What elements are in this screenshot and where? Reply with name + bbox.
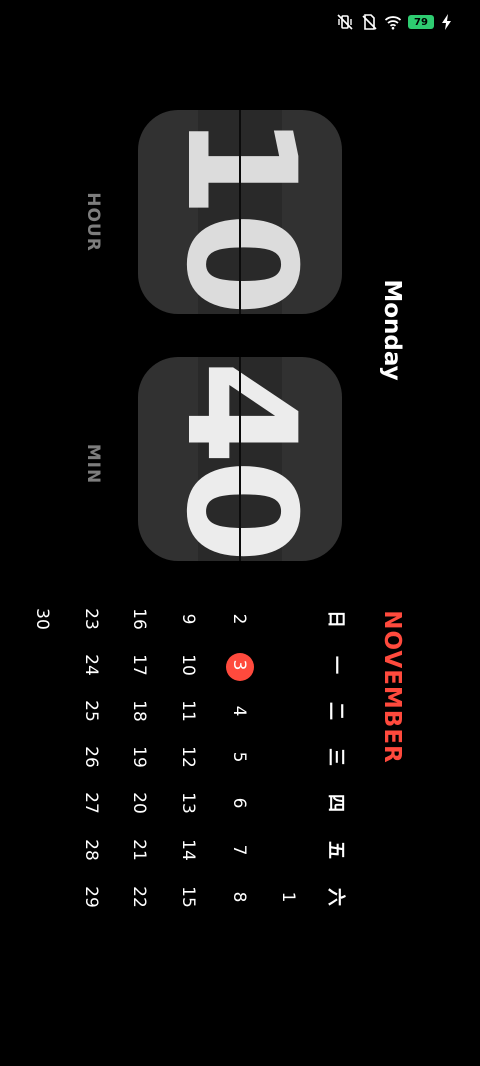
calendar-day[interactable]: 19: [129, 746, 149, 768]
calendar-day[interactable]: 9: [178, 614, 198, 625]
calendar-day[interactable]: 29: [81, 886, 101, 908]
calendar-weekday-header: 日: [325, 610, 346, 628]
hour-flip-card: 10: [138, 110, 342, 314]
calendar-day[interactable]: 23: [81, 608, 101, 630]
no-sim-icon: [360, 13, 378, 31]
calendar-day[interactable]: 24: [81, 654, 101, 676]
calendar-weekday-header: 二: [325, 702, 346, 720]
minute-label: MIN: [83, 443, 103, 485]
calendar-weekday-header: 四: [325, 794, 346, 812]
calendar-day[interactable]: 14: [178, 839, 198, 861]
calendar-day[interactable]: 18: [129, 700, 149, 722]
calendar-day[interactable]: 8: [229, 892, 249, 903]
calendar-day[interactable]: 10: [178, 654, 198, 676]
calendar-day[interactable]: 11: [178, 700, 198, 722]
calendar-day-today[interactable]: 3: [229, 660, 249, 671]
calendar-weekday-header: 一: [325, 656, 346, 674]
calendar-day[interactable]: 25: [81, 700, 101, 722]
calendar-day[interactable]: 5: [229, 752, 249, 763]
hour-label: HOUR: [83, 192, 103, 252]
calendar-day[interactable]: 1: [278, 892, 298, 903]
calendar-day[interactable]: 28: [81, 839, 101, 861]
vibrate-icon: [336, 13, 354, 31]
calendar-weekday-header: 三: [325, 748, 346, 766]
calendar-day[interactable]: 13: [178, 792, 198, 814]
calendar-day[interactable]: 30: [32, 608, 52, 630]
calendar-weekday-header: 五: [325, 841, 346, 859]
calendar-day[interactable]: 2: [229, 614, 249, 625]
calendar-day[interactable]: 7: [229, 845, 249, 856]
calendar-day[interactable]: 12: [178, 746, 198, 768]
battery-icon: 79: [408, 15, 434, 29]
calendar-day[interactable]: 15: [178, 886, 198, 908]
calendar-day[interactable]: 22: [129, 886, 149, 908]
calendar-day[interactable]: 16: [129, 608, 149, 630]
charging-icon: [440, 13, 458, 31]
wifi-icon: [384, 13, 402, 31]
calendar-weekday-header: 六: [325, 888, 346, 906]
calendar-day[interactable]: 6: [229, 798, 249, 809]
calendar-day[interactable]: 17: [129, 654, 149, 676]
calendar-day[interactable]: 4: [229, 706, 249, 717]
weekday-label: Monday: [379, 279, 405, 381]
screen: 79 10 HOUR 40 MIN Monday NOVEMBER 日一二三四五…: [0, 0, 480, 1066]
calendar-day[interactable]: 20: [129, 792, 149, 814]
calendar-day[interactable]: 27: [81, 792, 101, 814]
card-fold-line: [239, 110, 241, 314]
card-fold-line: [239, 357, 241, 561]
month-title: NOVEMBER: [379, 610, 405, 764]
calendar-day[interactable]: 26: [81, 746, 101, 768]
status-bar: 79: [336, 12, 458, 32]
minute-flip-card: 40: [138, 357, 342, 561]
calendar-day[interactable]: 21: [129, 839, 149, 861]
